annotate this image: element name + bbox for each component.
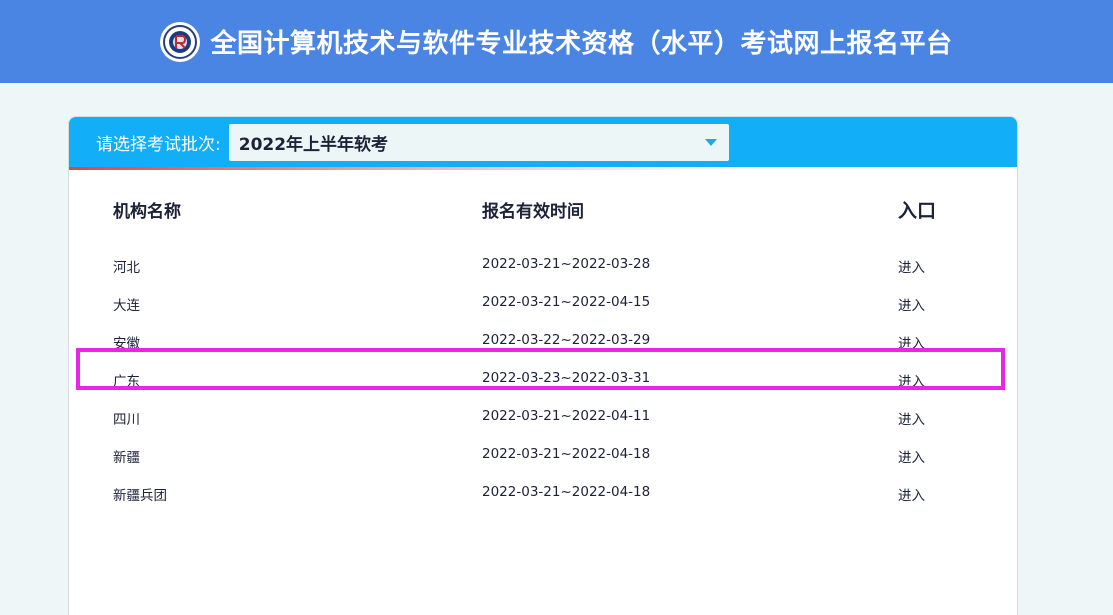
column-header-period: 报名有效时间 xyxy=(482,202,584,222)
registration-period: 2022-03-23~2022-03-31 xyxy=(482,370,651,386)
exam-logo-icon xyxy=(160,21,201,62)
page-title: 全国计算机技术与软件专业技术资格（水平）考试网上报名平台 xyxy=(210,29,953,59)
table-row: 新疆兵团 2022-03-21~2022-04-18 进入 xyxy=(69,474,1017,512)
institution-name: 大连 xyxy=(113,298,140,314)
institution-name: 广东 xyxy=(113,374,140,390)
table-row: 大连 2022-03-21~2022-04-15 进入 xyxy=(69,284,1017,322)
enter-link[interactable]: 进入 xyxy=(898,332,925,352)
table-row: 新疆 2022-03-21~2022-04-18 进入 xyxy=(69,436,1017,474)
institution-name: 新疆 xyxy=(113,450,140,466)
top-header: 全国计算机技术与软件专业技术资格（水平）考试网上报名平台 xyxy=(0,0,1113,83)
institution-name: 四川 xyxy=(113,412,140,428)
enter-link[interactable]: 进入 xyxy=(898,370,925,390)
table-header: 机构名称 报名有效时间 入口 xyxy=(69,170,1017,246)
table-row: 广东 2022-03-23~2022-03-31 进入 xyxy=(69,360,1017,398)
registration-period: 2022-03-21~2022-04-18 xyxy=(482,484,651,500)
column-header-institution: 机构名称 xyxy=(113,202,181,222)
institution-name: 安徽 xyxy=(113,336,140,352)
enter-link[interactable]: 进入 xyxy=(898,294,925,314)
column-header-entry: 入口 xyxy=(898,200,937,222)
header-content: 全国计算机技术与软件专业技术资格（水平）考试网上报名平台 xyxy=(160,21,953,62)
table-row: 四川 2022-03-21~2022-04-11 进入 xyxy=(69,398,1017,436)
batch-select-dropdown[interactable]: 2022年上半年软考 xyxy=(228,123,729,161)
registration-period: 2022-03-21~2022-04-11 xyxy=(482,408,651,424)
registration-table: 机构名称 报名有效时间 入口 河北 2022-03-21~2022-03-28 … xyxy=(69,170,1017,512)
batch-selector-bar: 请选择考试批次: 2022年上半年软考 xyxy=(69,117,1017,170)
table-row: 河北 2022-03-21~2022-03-28 进入 xyxy=(69,246,1017,284)
registration-period: 2022-03-21~2022-04-18 xyxy=(482,446,651,462)
table-row: 安徽 2022-03-22~2022-03-29 进入 xyxy=(69,322,1017,360)
institution-name: 河北 xyxy=(113,260,140,276)
registration-period: 2022-03-22~2022-03-29 xyxy=(482,332,651,348)
enter-link[interactable]: 进入 xyxy=(898,484,925,504)
registration-period: 2022-03-21~2022-04-15 xyxy=(482,294,651,310)
registration-period: 2022-03-21~2022-03-28 xyxy=(482,256,651,272)
enter-link[interactable]: 进入 xyxy=(898,408,925,428)
exam-panel: 请选择考试批次: 2022年上半年软考 机构名称 报名有效时间 入口 河北 20… xyxy=(68,116,1018,615)
enter-link[interactable]: 进入 xyxy=(898,256,925,276)
enter-link[interactable]: 进入 xyxy=(898,446,925,466)
chevron-down-icon xyxy=(704,138,717,146)
batch-select-label: 请选择考试批次: xyxy=(96,134,221,155)
batch-select-value: 2022年上半年软考 xyxy=(238,134,389,155)
institution-name: 新疆兵团 xyxy=(113,488,167,504)
